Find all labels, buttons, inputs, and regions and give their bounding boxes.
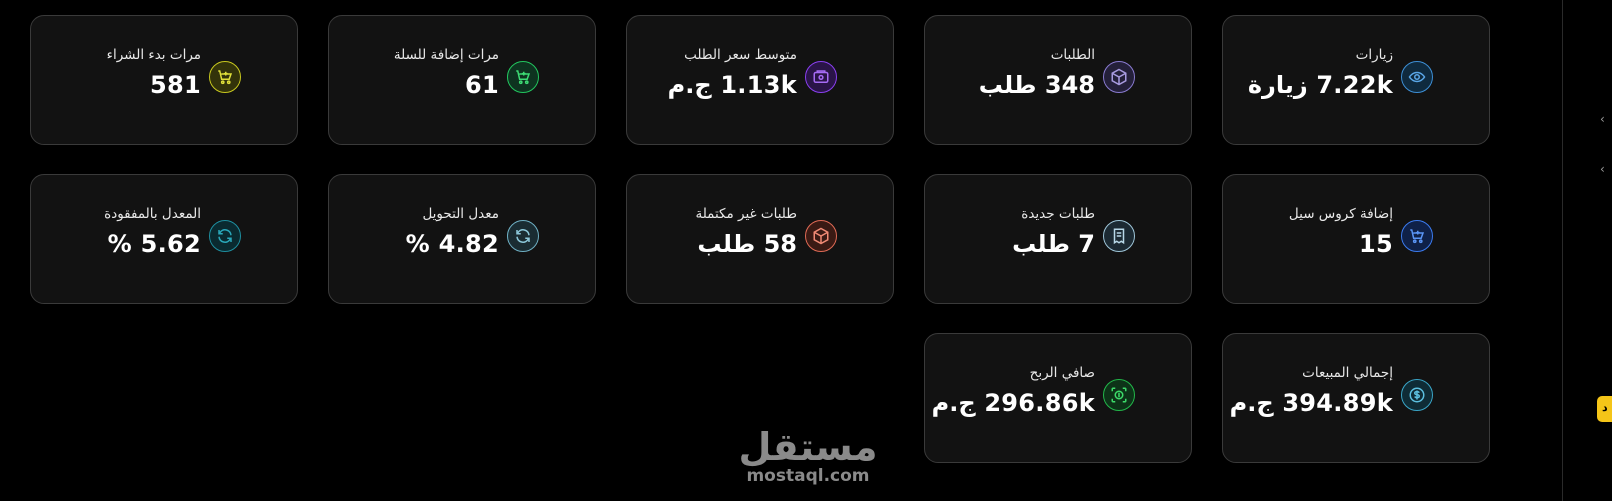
metric-card-new-orders: طلبات جديدة 7 طلب bbox=[924, 174, 1192, 304]
metric-value: 581 bbox=[150, 71, 201, 99]
metric-card-net-profit: صافي الربح 296.86k ج.م bbox=[924, 333, 1192, 463]
metric-label: إجمالي المبيعات bbox=[1302, 365, 1393, 381]
metric-value: 7.22k زيارة bbox=[1247, 71, 1393, 99]
box-icon bbox=[805, 220, 837, 252]
metric-value: 394.89k ج.م bbox=[1229, 389, 1393, 417]
metric-card-avg-order-price: متوسط سعر الطلب 1.13k ج.م bbox=[626, 15, 894, 145]
metric-value: 58 طلب bbox=[697, 230, 797, 258]
metric-card-conversion-rate: معدل التحويل 4.82 % bbox=[328, 174, 596, 304]
chevron-left-icon[interactable]: ‹ bbox=[1600, 162, 1605, 176]
cart-plus-icon bbox=[209, 61, 241, 93]
metric-label: طلبات غير مكتملة bbox=[695, 206, 797, 222]
metric-label: مرات بدء الشراء bbox=[106, 47, 201, 63]
chevron-left-icon[interactable]: ‹ bbox=[1600, 112, 1605, 126]
metric-value: 1.13k ج.م bbox=[667, 71, 797, 99]
eye-icon bbox=[1401, 61, 1433, 93]
metric-label: صافي الربح bbox=[1029, 365, 1095, 381]
metric-card-add-to-cart: مرات إضافة للسلة 61 bbox=[328, 15, 596, 145]
refresh-icon bbox=[209, 220, 241, 252]
metric-card-orders: الطلبات 348 طلب bbox=[924, 15, 1192, 145]
cart-plus-icon bbox=[1401, 220, 1433, 252]
metric-label: طلبات جديدة bbox=[1021, 206, 1095, 222]
metric-label: متوسط سعر الطلب bbox=[684, 47, 797, 63]
box-icon bbox=[1103, 61, 1135, 93]
dashboard-stage: زيارات 7.22k زيارة الطلبات 348 طلب متوسط… bbox=[0, 0, 1612, 501]
floating-tab[interactable]: د bbox=[1597, 396, 1612, 422]
sidebar-divider bbox=[1562, 0, 1563, 501]
dollar-icon bbox=[1401, 379, 1433, 411]
metric-value: 7 طلب bbox=[1012, 230, 1095, 258]
metric-card-checkout-starts: مرات بدء الشراء 581 bbox=[30, 15, 298, 145]
money-icon bbox=[1103, 379, 1135, 411]
metric-card-cross-sell-add: إضافة كروس سيل 15 bbox=[1222, 174, 1490, 304]
metric-label: إضافة كروس سيل bbox=[1288, 206, 1393, 222]
metric-value: 4.82 % bbox=[405, 230, 499, 258]
metric-card-incomplete-orders: طلبات غير مكتملة 58 طلب bbox=[626, 174, 894, 304]
wallet-icon bbox=[805, 61, 837, 93]
metric-label: الطلبات bbox=[1050, 47, 1095, 63]
metric-value: 15 bbox=[1359, 230, 1393, 258]
watermark-url: mostaql.com bbox=[746, 466, 870, 486]
metric-card-loss-rate: المعدل بالمفقودة 5.62 % bbox=[30, 174, 298, 304]
metric-value: 61 bbox=[465, 71, 499, 99]
metric-label: زيارات bbox=[1355, 47, 1393, 63]
metric-label: مرات إضافة للسلة bbox=[393, 47, 499, 63]
metric-value: 296.86k ج.م bbox=[931, 389, 1095, 417]
metric-value: 5.62 % bbox=[107, 230, 201, 258]
metric-label: المعدل بالمفقودة bbox=[104, 206, 201, 222]
metric-card-total-sales: إجمالي المبيعات 394.89k ج.م bbox=[1222, 333, 1490, 463]
receipt-icon bbox=[1103, 220, 1135, 252]
refresh-icon bbox=[507, 220, 539, 252]
metric-card-visits: زيارات 7.22k زيارة bbox=[1222, 15, 1490, 145]
watermark: مستقل mostaql.com bbox=[738, 428, 878, 490]
cart-plus-icon bbox=[507, 61, 539, 93]
metric-value: 348 طلب bbox=[978, 71, 1095, 99]
metric-label: معدل التحويل bbox=[422, 206, 499, 222]
watermark-logo: مستقل bbox=[738, 425, 878, 469]
